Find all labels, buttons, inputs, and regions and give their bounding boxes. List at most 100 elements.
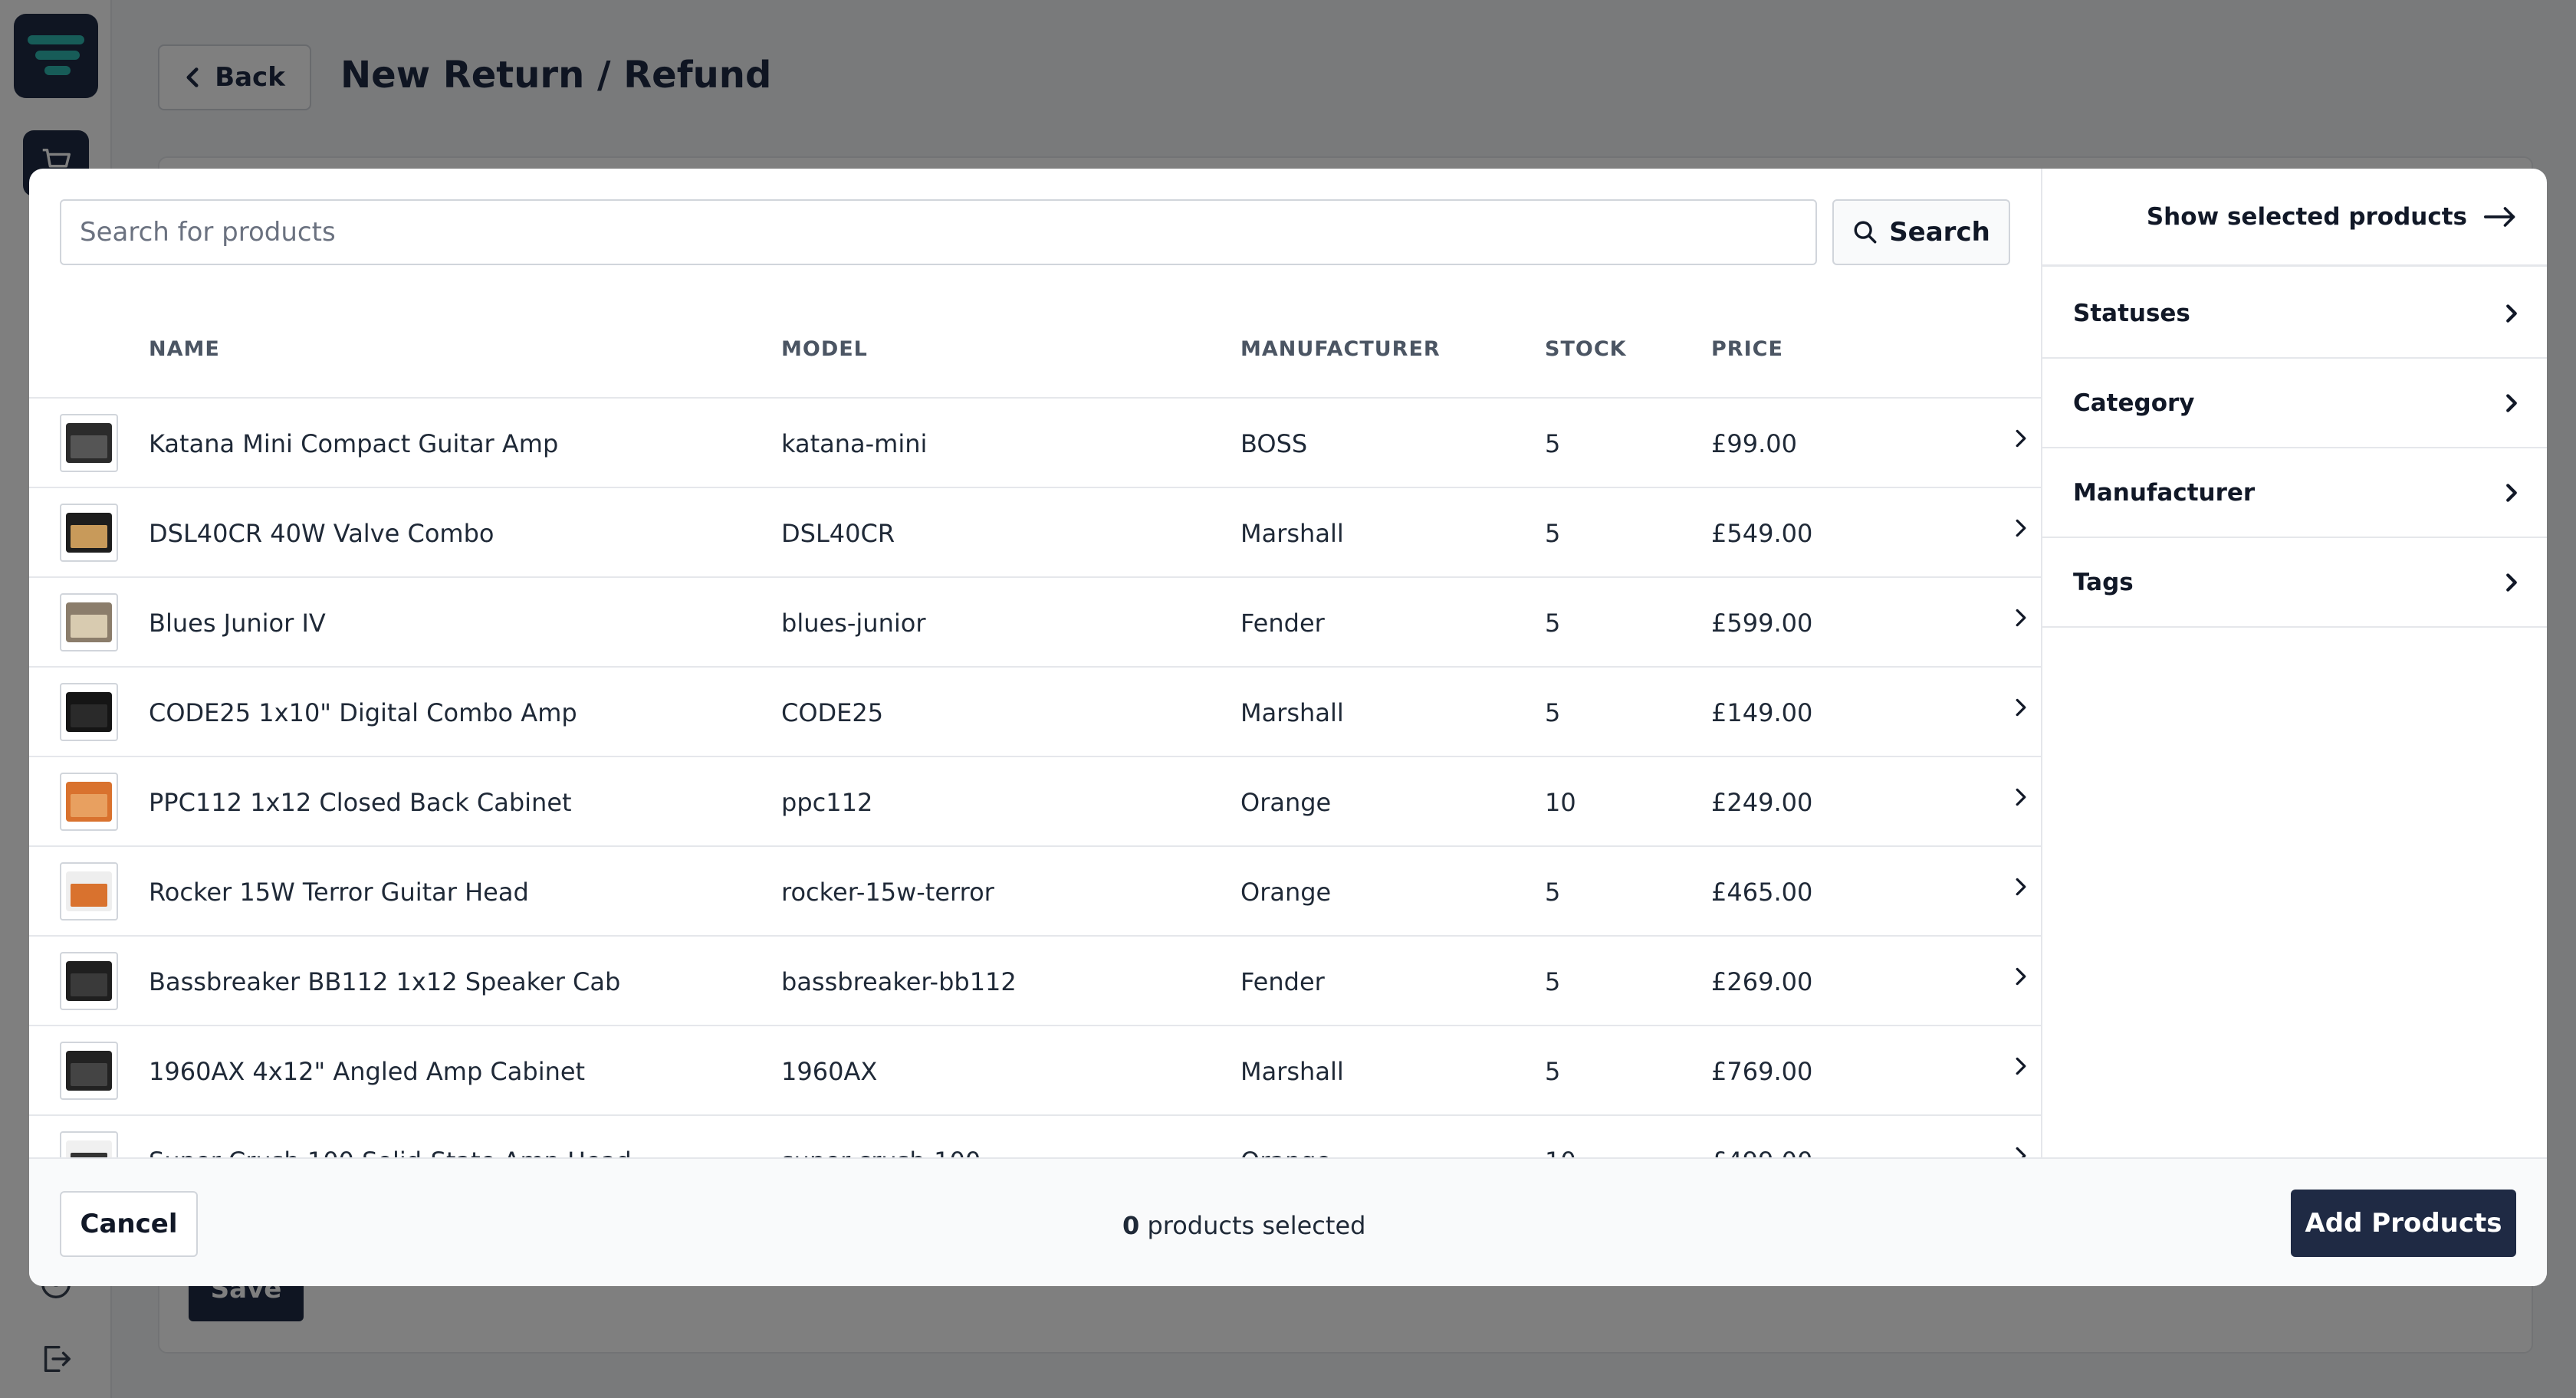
product-stock: 5 xyxy=(1545,609,1561,638)
show-selected-products-button[interactable]: Show selected products xyxy=(2042,169,2547,267)
product-model: DSL40CR xyxy=(781,519,895,548)
filter-label: Manufacturer xyxy=(2073,478,2256,507)
product-thumbnail xyxy=(60,1131,118,1157)
chevron-right-icon[interactable] xyxy=(2015,1055,2027,1077)
product-price: £249.00 xyxy=(1711,788,1813,817)
product-name: 1960AX 4x12" Angled Amp Cabinet xyxy=(149,1057,586,1086)
product-name: Rocker 15W Terror Guitar Head xyxy=(149,878,529,907)
product-row[interactable]: CODE25 1x10" Digital Combo Amp CODE25 Mars… xyxy=(29,668,2041,757)
product-name: DSL40CR 40W Valve Combo xyxy=(149,519,495,548)
filter-manufacturer[interactable]: Manufacturer xyxy=(2042,448,2547,538)
product-thumbnail xyxy=(60,414,118,472)
product-picker-modal: Search NAME MODEL MANUFACTURER STOCK PRI… xyxy=(29,169,2547,1286)
amp-grill xyxy=(71,615,107,638)
search-button[interactable]: Search xyxy=(1832,199,2010,265)
product-manufacturer: BOSS xyxy=(1240,429,1308,458)
product-thumbnail xyxy=(60,593,118,651)
product-row[interactable]: Super Crush 100 Solid-State Amp Head supe… xyxy=(29,1116,2041,1157)
amp-image xyxy=(66,871,112,911)
amp-image xyxy=(66,513,112,553)
product-manufacturer: Orange xyxy=(1240,878,1332,907)
chevron-right-icon[interactable] xyxy=(2015,786,2027,808)
product-row[interactable]: PPC112 1x12 Closed Back Cabinet ppc112 Ora… xyxy=(29,757,2041,847)
amp-image xyxy=(66,423,112,463)
product-stock: 5 xyxy=(1545,429,1561,458)
product-search-input[interactable] xyxy=(60,199,1817,265)
filter-label: Tags xyxy=(2073,568,2134,596)
product-row[interactable]: 1960AX 4x12" Angled Amp Cabinet 1960AX Mar… xyxy=(29,1026,2041,1116)
amp-image xyxy=(66,692,112,732)
product-row[interactable]: Katana Mini Compact Guitar Amp katana-min… xyxy=(29,399,2041,488)
product-stock: 5 xyxy=(1545,1057,1561,1086)
chevron-right-icon[interactable] xyxy=(2015,966,2027,987)
product-thumbnail xyxy=(60,952,118,1010)
column-header-stock[interactable]: STOCK xyxy=(1545,337,1627,361)
column-header-name[interactable]: NAME xyxy=(149,337,220,361)
arrow-right-icon xyxy=(2484,206,2515,227)
product-row[interactable]: Bassbreaker BB112 1x12 Speaker Cab bassbr… xyxy=(29,937,2041,1026)
product-manufacturer: Marshall xyxy=(1240,1057,1344,1086)
chevron-right-icon[interactable] xyxy=(2015,517,2027,539)
product-stock: 5 xyxy=(1545,967,1561,996)
chevron-right-icon[interactable] xyxy=(2015,428,2027,449)
product-row[interactable]: DSL40CR 40W Valve Combo DSL40CR Marshall 5 £… xyxy=(29,488,2041,578)
product-thumbnail xyxy=(60,773,118,831)
product-price: £99.00 xyxy=(1711,429,1797,458)
product-thumbnail xyxy=(60,504,118,562)
product-price: £499.00 xyxy=(1711,1147,1812,1157)
amp-image xyxy=(66,961,112,1001)
product-model: rocker-15w-terror xyxy=(781,878,994,907)
chevron-right-icon[interactable] xyxy=(2015,607,2027,628)
product-price: £599.00 xyxy=(1711,609,1813,638)
chevron-right-icon xyxy=(2506,304,2517,323)
chevron-right-icon xyxy=(2506,573,2517,592)
product-price: £549.00 xyxy=(1711,519,1813,548)
cancel-button[interactable]: Cancel xyxy=(60,1191,198,1257)
amp-grill xyxy=(71,435,107,458)
amp-grill xyxy=(71,884,107,907)
amp-grill xyxy=(71,1063,107,1086)
product-price: £465.00 xyxy=(1711,878,1813,907)
product-stock: 10 xyxy=(1545,1147,1576,1157)
chevron-right-icon[interactable] xyxy=(2015,697,2027,718)
filter-tags[interactable]: Tags xyxy=(2042,538,2547,628)
amp-image xyxy=(66,1051,112,1091)
product-model: 1960AX xyxy=(781,1057,878,1086)
column-header-price[interactable]: PRICE xyxy=(1711,337,1783,361)
product-name: Bassbreaker BB112 1x12 Speaker Cab xyxy=(149,967,621,996)
product-name: CODE25 1x10" Digital Combo Amp xyxy=(149,698,577,727)
product-manufacturer: Orange xyxy=(1240,1147,1331,1157)
product-manufacturer: Fender xyxy=(1240,609,1325,638)
chevron-right-icon xyxy=(2506,393,2517,412)
product-stock: 5 xyxy=(1545,698,1561,727)
product-row[interactable]: Blues Junior IV blues-junior Fender 5 £599.0… xyxy=(29,578,2041,668)
amp-grill xyxy=(71,525,107,548)
product-row[interactable]: Rocker 15W Terror Guitar Head rocker-15w-… xyxy=(29,847,2041,937)
add-products-button[interactable]: Add Products xyxy=(2291,1190,2516,1257)
filter-label: Statuses xyxy=(2073,299,2190,327)
amp-image xyxy=(66,602,112,642)
filter-panel: Show selected products Statuses Category… xyxy=(2041,169,2547,1157)
chevron-right-icon[interactable] xyxy=(2015,876,2027,898)
product-model: super-crush-100 xyxy=(781,1147,981,1157)
product-manufacturer: Marshall xyxy=(1240,519,1344,548)
product-model: CODE25 xyxy=(781,698,884,727)
modal-footer: Cancel 0 products selected Add Products xyxy=(29,1157,2547,1286)
amp-grill xyxy=(71,973,107,996)
product-stock: 10 xyxy=(1545,788,1576,817)
product-list-panel: Search NAME MODEL MANUFACTURER STOCK PRI… xyxy=(29,169,2041,1157)
product-model: ppc112 xyxy=(781,788,873,817)
product-name: Katana Mini Compact Guitar Amp xyxy=(149,429,559,458)
column-header-model[interactable]: MODEL xyxy=(781,337,868,361)
product-price: £769.00 xyxy=(1711,1057,1813,1086)
product-price: £269.00 xyxy=(1711,967,1813,996)
amp-image xyxy=(66,782,112,822)
filter-category[interactable]: Category xyxy=(2042,359,2547,448)
column-header-manufacturer[interactable]: MANUFACTURER xyxy=(1240,337,1441,361)
chevron-right-icon[interactable] xyxy=(2015,1145,2027,1157)
filter-statuses[interactable]: Statuses xyxy=(2042,269,2547,359)
product-name: PPC112 1x12 Closed Back Cabinet xyxy=(149,788,572,817)
product-model: blues-junior xyxy=(781,609,926,638)
product-manufacturer: Marshall xyxy=(1240,698,1344,727)
amp-image xyxy=(66,1140,112,1157)
